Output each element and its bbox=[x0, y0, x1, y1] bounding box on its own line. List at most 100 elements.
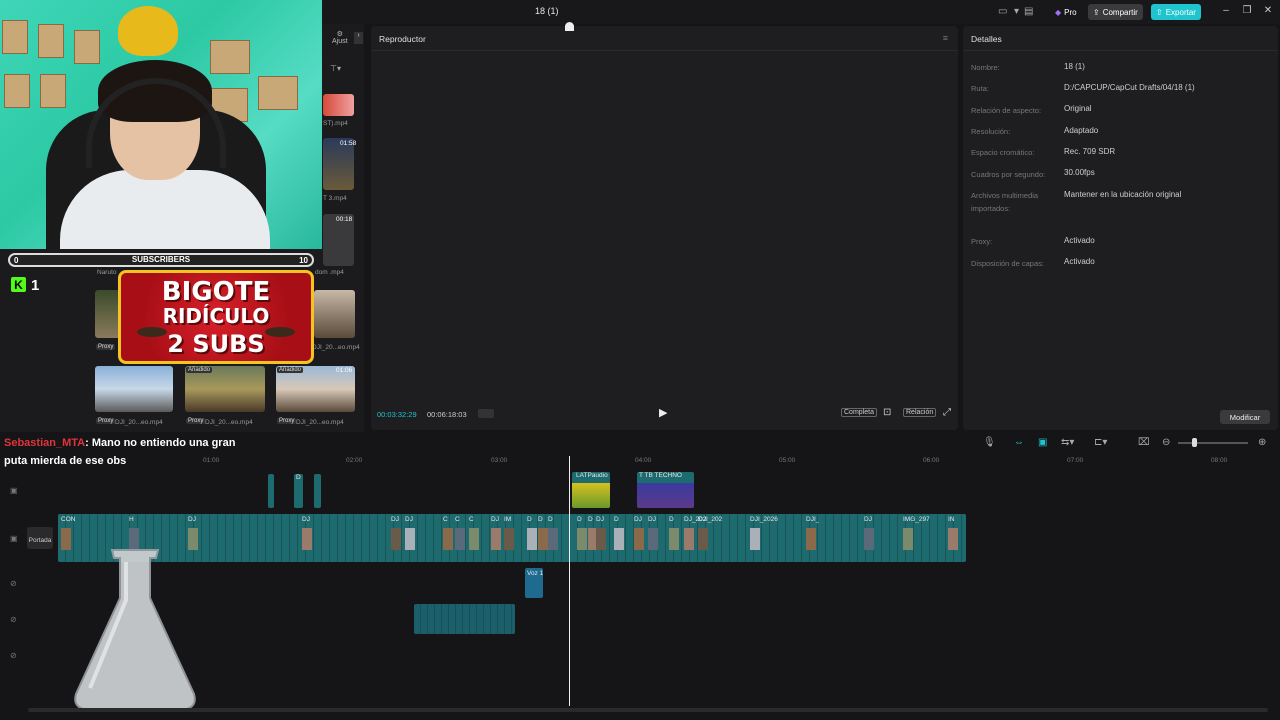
media-duration: 00:18 bbox=[336, 216, 353, 223]
close-icon[interactable]: ✕ bbox=[1261, 5, 1275, 16]
main-clip-label: IM bbox=[504, 516, 512, 523]
playhead-handle[interactable] bbox=[565, 22, 574, 31]
clip-thumbnail bbox=[948, 528, 958, 550]
main-clip-label: D bbox=[669, 516, 674, 523]
current-time: 00:03:32:29 bbox=[377, 410, 417, 419]
ratio-button[interactable]: Relación bbox=[903, 408, 937, 417]
layout-icon[interactable]: ▭ bbox=[998, 6, 1007, 17]
clip-thumbnail bbox=[698, 528, 708, 550]
main-clip-label: DJI_2026 bbox=[750, 516, 778, 523]
media-thumb[interactable] bbox=[314, 290, 355, 338]
adjust-tab[interactable]: ⚙ Ajust bbox=[332, 30, 348, 45]
clip-thumbnail bbox=[527, 528, 537, 550]
main-clip-label: DJI_202 bbox=[698, 516, 723, 523]
proxy-tag: Proxy bbox=[277, 418, 297, 424]
chat-message: Sebastian_MTA: Mano no entiendo una gran… bbox=[0, 434, 260, 470]
chevron-right-icon[interactable]: › bbox=[354, 32, 363, 44]
wall-poster bbox=[2, 20, 28, 54]
full-quality-button[interactable]: Completa bbox=[841, 408, 877, 417]
minimize-icon[interactable]: – bbox=[1219, 5, 1233, 16]
ruler-tick: 06:00 bbox=[923, 457, 940, 464]
main-clip-label: D bbox=[548, 516, 553, 523]
media-thumb[interactable] bbox=[95, 366, 173, 412]
clip-thumbnail bbox=[504, 528, 514, 550]
menu-icon[interactable]: ≡ bbox=[943, 33, 948, 43]
overlay-clip[interactable] bbox=[314, 474, 321, 508]
detail-key: Relación de aspecto: bbox=[971, 106, 1042, 115]
main-clip-label: DJ bbox=[391, 516, 399, 523]
zoom-out-icon[interactable]: ⊖ bbox=[1162, 437, 1170, 448]
wall-poster bbox=[74, 30, 100, 64]
audio-clip[interactable] bbox=[414, 604, 515, 634]
voice-clip[interactable]: Voz 1 bbox=[525, 568, 543, 598]
overlay-clip[interactable]: D bbox=[294, 474, 303, 508]
upload-icon: ⇧ bbox=[1156, 7, 1163, 17]
media-thumb-label: dom .mp4 bbox=[315, 269, 344, 276]
microphone-icon[interactable]: 🎙 bbox=[983, 437, 996, 448]
timeline-scrollbar[interactable] bbox=[28, 708, 1268, 712]
play-icon[interactable]: ▶ bbox=[659, 406, 667, 419]
chevron-down-icon[interactable]: ▾ bbox=[1014, 6, 1019, 17]
zoom-in-icon[interactable]: ⊕ bbox=[1258, 437, 1266, 448]
detail-key: Proxy: bbox=[971, 237, 993, 246]
keyboard-icon[interactable]: ▤ bbox=[1024, 6, 1033, 17]
track-visibility-icon[interactable]: ▣ bbox=[10, 486, 18, 495]
magnet-icon[interactable]: ▣ bbox=[1038, 437, 1047, 448]
divider bbox=[371, 50, 958, 51]
detail-value: Activado bbox=[1064, 236, 1095, 245]
main-clip-label: DJ bbox=[634, 516, 642, 523]
cover-button[interactable]: Portada bbox=[27, 527, 53, 549]
detail-value: Mantener en la ubicación original bbox=[1064, 190, 1182, 199]
preview-axis-icon[interactable]: ⊏▾ bbox=[1094, 437, 1107, 448]
main-clip-label: CON bbox=[61, 516, 76, 523]
audio-track-icon[interactable]: ⊘ bbox=[10, 651, 17, 660]
timecode-toggle[interactable] bbox=[478, 409, 494, 418]
share-icon: ⇪ bbox=[1093, 7, 1100, 17]
media-thumb-label: Naruto bbox=[97, 269, 117, 276]
detail-value: 18 (1) bbox=[1064, 62, 1085, 71]
screenshot-icon[interactable]: ⊡ bbox=[883, 407, 891, 418]
fullscreen-icon[interactable]: ⤢ bbox=[943, 407, 951, 418]
media-thumb[interactable] bbox=[323, 94, 354, 116]
clip-thumbnail bbox=[806, 528, 816, 550]
overlay-clip[interactable] bbox=[268, 474, 274, 508]
detail-key: Nombre: bbox=[971, 63, 1000, 72]
overlay-clip-audio[interactable]: LATPaudio bbox=[572, 472, 610, 508]
ruler-tick: 08:00 bbox=[1211, 457, 1228, 464]
filter-icon[interactable]: ⊤▾ bbox=[330, 64, 341, 73]
main-clip-label: DJI_ bbox=[806, 516, 820, 523]
snap-icon[interactable]: ⇆▾ bbox=[1061, 437, 1074, 448]
playhead[interactable] bbox=[569, 456, 570, 706]
audio-track-icon[interactable]: ⊘ bbox=[10, 579, 17, 588]
detail-value: 30.00fps bbox=[1064, 168, 1095, 177]
main-clip-label: IMG_297 bbox=[903, 516, 930, 523]
main-clip-label: C bbox=[443, 516, 448, 523]
streamer-shirt bbox=[60, 170, 270, 249]
total-time: 00:06:18:03 bbox=[427, 410, 467, 419]
maximize-icon[interactable]: ❐ bbox=[1240, 5, 1254, 16]
goal-max: 10 bbox=[299, 256, 308, 265]
main-clip-label: DJ bbox=[596, 516, 604, 523]
media-thumb-label: DJI_20...eo.mp4 bbox=[205, 419, 253, 426]
export-button[interactable]: ⇧ Exportar bbox=[1151, 4, 1201, 20]
share-button[interactable]: ⇪ Compartir bbox=[1088, 4, 1143, 20]
pro-badge[interactable]: ◆ Pro bbox=[1050, 4, 1082, 20]
detail-key: Espacio cromático: bbox=[971, 148, 1035, 157]
overlay-clip-techno[interactable]: T TB TECHNO bbox=[637, 472, 694, 508]
audio-track-icon[interactable]: ⊘ bbox=[10, 615, 17, 624]
link-icon[interactable]: ⇔ bbox=[1014, 437, 1024, 448]
subscriber-goal-bar: 0 SUBSCRIBERS 10 bbox=[8, 253, 314, 267]
modify-button[interactable]: Modificar bbox=[1220, 410, 1270, 424]
track-visibility-icon[interactable]: ▣ bbox=[10, 534, 18, 543]
zoom-slider[interactable] bbox=[1178, 442, 1248, 444]
zoom-slider-handle[interactable] bbox=[1192, 438, 1197, 447]
media-thumb-label: DJI_20...eo.mp4 bbox=[312, 344, 360, 351]
main-clip-label: DJ bbox=[648, 516, 656, 523]
subtitle-icon[interactable]: ⌧ bbox=[1138, 437, 1150, 448]
clip-thumbnail bbox=[548, 528, 558, 550]
media-thumb-label: T 3.mp4 bbox=[323, 195, 347, 202]
clip-thumbnail bbox=[669, 528, 679, 550]
goal-label: SUBSCRIBERS bbox=[131, 255, 191, 264]
media-duration: 01:06 bbox=[336, 367, 353, 374]
diamond-icon: ◆ bbox=[1055, 7, 1062, 17]
